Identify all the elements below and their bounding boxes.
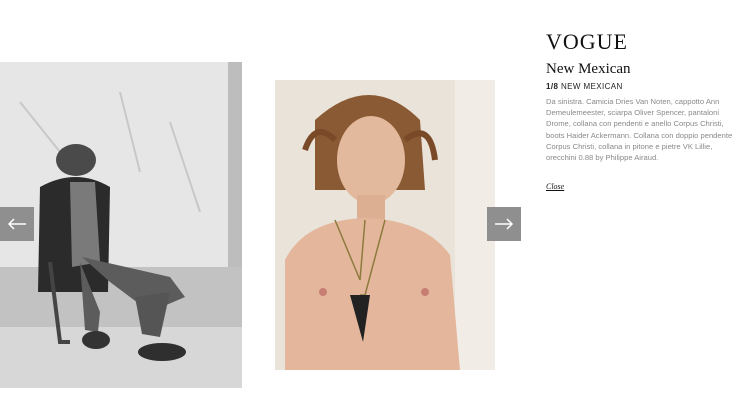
vogue-logo[interactable]: VOGUE bbox=[546, 31, 628, 53]
previous-photo-button[interactable] bbox=[0, 207, 34, 241]
gallery-counter: 1/8 NEW MEXICAN bbox=[546, 82, 623, 91]
gallery-title: New Mexican bbox=[546, 61, 631, 77]
arrow-left-icon bbox=[7, 218, 26, 230]
photo-caption: Da sinistra. Camicia Dries Van Noten, ca… bbox=[546, 97, 733, 163]
close-link[interactable]: Close bbox=[546, 182, 564, 191]
gallery-photo-main bbox=[275, 80, 495, 370]
counter-label: NEW MEXICAN bbox=[560, 82, 623, 91]
next-photo-button[interactable] bbox=[487, 207, 521, 241]
counter-position: 1/8 bbox=[546, 82, 559, 91]
gallery-photo-left bbox=[0, 62, 242, 388]
logo-strip bbox=[546, 18, 614, 23]
arrow-right-icon bbox=[495, 218, 514, 230]
